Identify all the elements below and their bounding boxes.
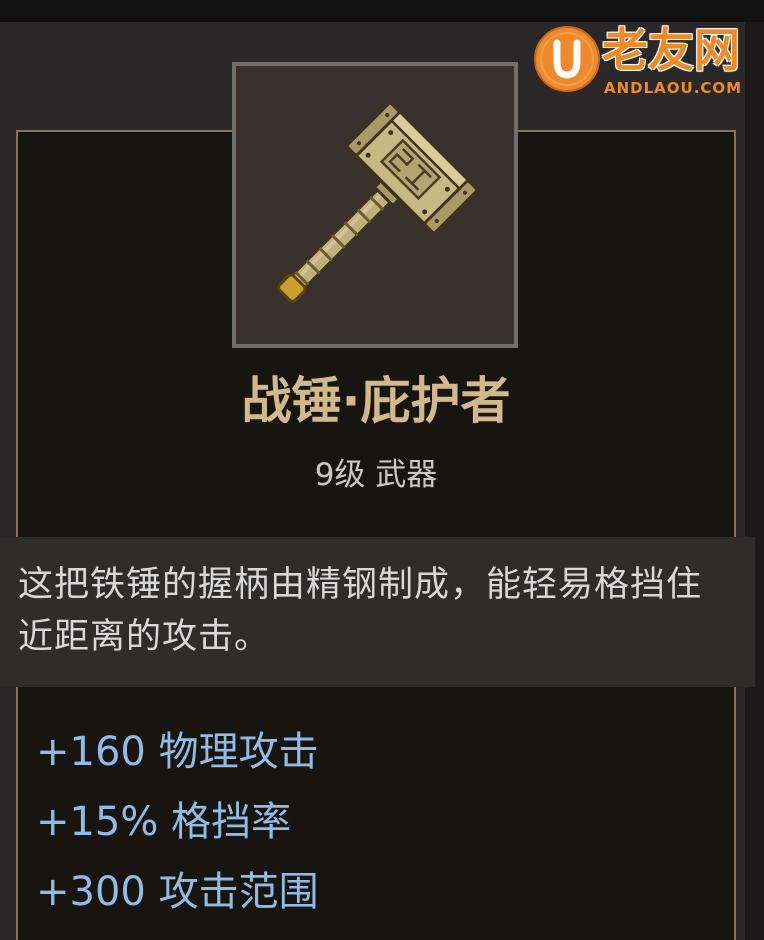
hammer-handle	[286, 179, 401, 294]
stat-line-attack-range: +300 攻击范围	[36, 869, 319, 915]
top-strip	[0, 0, 764, 22]
stat-line-physical-attack: +160 物理攻击	[36, 729, 319, 775]
item-stats: +160 物理攻击 +15% 格挡率 +300 攻击范围	[36, 717, 726, 927]
description-line: 近距离的攻击。	[18, 617, 271, 657]
watermark-domain: ANDLAOU.COM	[604, 79, 743, 97]
item-description: 这把铁锤的握柄由精钢制成，能轻易格挡住 近距离的攻击。	[0, 537, 755, 687]
item-level-type: 9级 武器	[314, 457, 438, 493]
item-name: 战锤·庇护者	[241, 372, 511, 430]
stat-line-block-rate: +15% 格挡率	[36, 799, 292, 845]
watermark-brand-name: 老友网	[602, 23, 740, 77]
watermark: 老友网 ANDLAOU.COM	[532, 22, 752, 100]
item-icon-frame	[232, 62, 518, 348]
war-hammer-icon	[277, 101, 479, 303]
u-circle-logo-icon	[534, 26, 600, 92]
description-line: 这把铁锤的握柄由精钢制成，能轻易格挡住	[18, 565, 703, 605]
